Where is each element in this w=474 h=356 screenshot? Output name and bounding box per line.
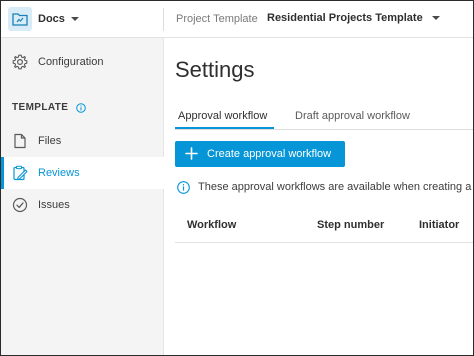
sidebar-item-label: Issues bbox=[38, 199, 70, 211]
section-label-template: TEMPLATE bbox=[12, 102, 87, 113]
notice-text: These approval workflows are available w… bbox=[198, 181, 474, 193]
file-icon bbox=[14, 133, 26, 149]
check-circle-icon bbox=[12, 197, 28, 213]
project-selector[interactable]: Residential Projects Template bbox=[267, 12, 440, 24]
section-label-text: TEMPLATE bbox=[12, 102, 69, 113]
tab-draft-approval-workflow[interactable]: Draft approval workflow bbox=[295, 110, 410, 122]
sidebar-item-reviews[interactable]: Reviews bbox=[1, 157, 164, 189]
gear-icon bbox=[12, 54, 28, 70]
app-name: Docs bbox=[38, 13, 65, 25]
tab-bar: Approval workflow Draft approval workflo… bbox=[175, 104, 473, 130]
chevron-down-icon bbox=[70, 17, 79, 21]
plus-icon bbox=[185, 147, 198, 160]
page-title: Settings bbox=[175, 57, 255, 82]
info-notice: These approval workflows are available w… bbox=[177, 180, 474, 196]
tab-approval-workflow[interactable]: Approval workflow bbox=[178, 110, 267, 122]
table-header: Workflow Step number Initiator bbox=[175, 209, 473, 243]
review-icon bbox=[13, 165, 28, 181]
top-bar: Docs Project Template Residential Projec… bbox=[1, 1, 473, 38]
app-switcher[interactable]: Docs bbox=[8, 7, 79, 31]
chevron-down-icon bbox=[431, 16, 440, 20]
column-header-step-number[interactable]: Step number bbox=[317, 219, 384, 231]
create-button-label: Create approval workflow bbox=[207, 148, 332, 160]
sidebar-item-label: Configuration bbox=[38, 56, 104, 68]
sidebar-item-configuration[interactable]: Configuration bbox=[1, 46, 164, 78]
column-header-workflow[interactable]: Workflow bbox=[187, 219, 236, 231]
docs-app-icon bbox=[8, 7, 32, 31]
sidebar: Configuration TEMPLATE Files Reviews Iss… bbox=[1, 38, 164, 355]
sidebar-item-issues[interactable]: Issues bbox=[1, 189, 164, 221]
active-tab-indicator bbox=[175, 127, 274, 129]
sidebar-item-label: Reviews bbox=[38, 167, 80, 179]
divider bbox=[163, 8, 164, 31]
project-name: Residential Projects Template bbox=[267, 12, 423, 24]
sidebar-item-label: Files bbox=[38, 135, 62, 147]
app-window: Docs Project Template Residential Projec… bbox=[0, 0, 474, 356]
info-icon[interactable] bbox=[76, 102, 87, 113]
column-header-initiator[interactable]: Initiator bbox=[419, 219, 459, 231]
create-approval-workflow-button[interactable]: Create approval workflow bbox=[175, 141, 345, 167]
info-icon bbox=[177, 181, 190, 194]
project-label: Project Template bbox=[176, 13, 258, 25]
sidebar-item-files[interactable]: Files bbox=[1, 125, 164, 157]
